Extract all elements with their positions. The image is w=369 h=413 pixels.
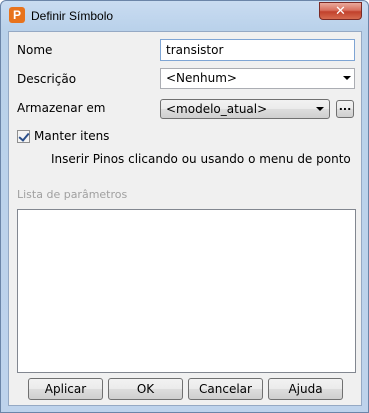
descricao-label: Descrição <box>17 72 77 86</box>
browse-button[interactable]: ... <box>336 100 354 118</box>
manter-itens-checkbox[interactable] <box>17 130 30 143</box>
dialog-body: Nome transistor Descrição <Nenhum> Armaz… <box>8 31 362 406</box>
armazenar-label: Armazenar em <box>17 101 106 115</box>
cancel-button[interactable]: Cancelar <box>188 378 263 400</box>
nome-input[interactable]: transistor <box>160 39 355 61</box>
dialog-window: P Definir Símbolo ✕ Nome transistor Desc… <box>0 0 369 413</box>
checkmark-icon <box>18 130 30 142</box>
chevron-down-icon <box>343 76 351 80</box>
close-icon: ✕ <box>335 4 346 19</box>
descricao-selected-value: <Nenhum> <box>166 71 237 85</box>
parameter-list-label: Lista de parâmetros <box>17 188 128 201</box>
app-icon: P <box>9 7 25 23</box>
close-button[interactable]: ✕ <box>319 2 362 20</box>
apply-button[interactable]: Aplicar <box>28 378 103 400</box>
manter-itens-label[interactable]: Manter itens <box>34 129 109 143</box>
pin-instruction-text: Inserir Pinos clicando ou usando o menu … <box>51 152 351 166</box>
descricao-dropdown[interactable]: <Nenhum> <box>160 68 355 89</box>
armazenar-selected-value: <modelo_atual> <box>166 102 268 116</box>
parameter-list[interactable] <box>17 209 356 373</box>
armazenar-dropdown[interactable]: <modelo_atual> <box>160 99 330 119</box>
title-bar[interactable]: P Definir Símbolo ✕ <box>1 1 368 31</box>
ok-button[interactable]: OK <box>108 378 183 400</box>
chevron-down-icon <box>316 107 324 111</box>
nome-label: Nome <box>17 43 53 57</box>
help-button[interactable]: Ajuda <box>268 378 343 400</box>
dialog-title: Definir Símbolo <box>31 9 114 23</box>
